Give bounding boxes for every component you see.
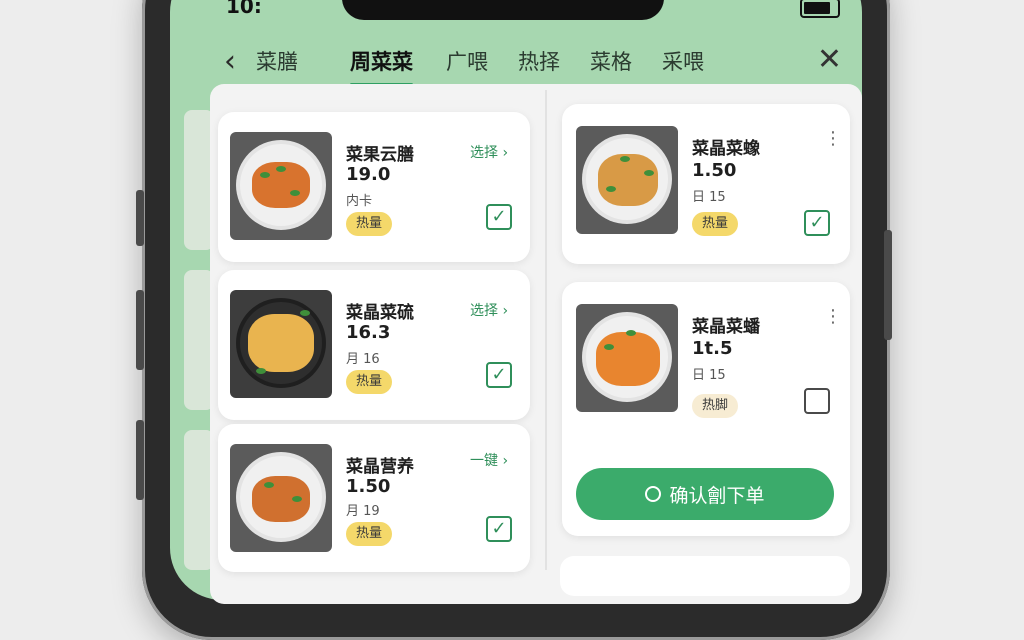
dish-image xyxy=(230,132,332,240)
select-checkbox[interactable]: ✓ xyxy=(486,204,512,230)
menu-item-card[interactable]: 菜晶菜蟓 ⋮ 1.50 日 15 热量 ✓ xyxy=(562,104,850,264)
side-button xyxy=(136,190,144,246)
menu-item-card[interactable]: 菜晶菜硫 选择 › 16.3 月 16 热量 ✓ xyxy=(218,270,530,420)
top-nav-bar: ‹ 菜膳 周菜菜 广喂 热择 菜格 采喂 ✕ xyxy=(170,32,862,88)
tab-3[interactable]: 热择 xyxy=(518,46,560,76)
dish-price: 1t.5 xyxy=(692,338,733,359)
checkmark-icon: ✓ xyxy=(809,212,825,233)
calorie-badge: 热量 xyxy=(346,212,393,236)
calorie-badge: 热脚 xyxy=(692,394,739,418)
dish-meta: 日 15 xyxy=(692,190,726,205)
menu-item-card[interactable]: 菜果云膳 选择 › 19.0 内卡 热量 ✓ xyxy=(218,112,530,262)
dish-price: 19.0 xyxy=(346,164,391,185)
more-icon[interactable]: ⋮ xyxy=(824,130,842,148)
select-checkbox[interactable]: ✓ xyxy=(486,362,512,388)
dish-meta: 月 16 xyxy=(346,352,380,367)
select-link[interactable]: 选择 › xyxy=(470,300,508,320)
circle-icon xyxy=(645,486,662,502)
select-link[interactable]: 一键 › xyxy=(470,450,508,470)
status-bar: 10: xyxy=(170,0,862,20)
confirm-order-button[interactable]: 确认劊下单 xyxy=(576,468,834,520)
battery-icon xyxy=(800,0,840,18)
calorie-badge: 热量 xyxy=(346,370,393,394)
select-checkbox[interactable]: ✓ xyxy=(804,210,830,236)
dish-price: 1.50 xyxy=(346,476,391,497)
tab-5[interactable]: 采喂 xyxy=(662,46,704,76)
status-time: 10: xyxy=(226,0,262,18)
checkmark-icon: ✓ xyxy=(491,206,507,227)
side-button xyxy=(136,290,144,370)
select-checkbox[interactable]: ✓ xyxy=(486,516,512,542)
column-divider xyxy=(545,90,547,570)
dish-meta: 内卡 xyxy=(346,194,373,209)
dish-meta: 月 19 xyxy=(346,504,380,519)
checkmark-icon: ✓ xyxy=(491,518,507,539)
dish-name: 菜晶菜蟓 xyxy=(692,139,760,159)
dish-name: 菜晶菜硫 xyxy=(346,303,414,323)
dish-image xyxy=(576,126,678,234)
tab-4[interactable]: 菜格 xyxy=(590,46,632,76)
select-checkbox[interactable] xyxy=(804,388,830,414)
dish-image xyxy=(576,304,678,412)
select-link[interactable]: 选择 › xyxy=(470,142,508,162)
dish-price: 16.3 xyxy=(346,322,391,343)
calorie-badge: 热量 xyxy=(692,212,739,236)
dish-name: 菜晶菜蟠 xyxy=(692,317,760,337)
menu-item-card[interactable]: 菜晶营养 一键 › 1.50 月 19 热量 ✓ xyxy=(218,424,530,572)
dish-price: 1.50 xyxy=(692,160,737,181)
camera-notch xyxy=(342,0,664,20)
dish-name: 菜晶营养 xyxy=(346,457,414,477)
dish-image xyxy=(230,290,332,398)
dish-meta: 日 15 xyxy=(692,368,726,383)
next-card xyxy=(560,556,850,596)
side-button xyxy=(136,420,144,500)
back-label[interactable]: 菜膳 xyxy=(256,46,298,76)
confirm-order-label: 确认劊下单 xyxy=(669,484,765,507)
close-icon[interactable]: ✕ xyxy=(817,42,842,77)
more-icon[interactable]: ⋮ xyxy=(824,308,842,326)
tab-weekly-menu[interactable]: 周菜菜 xyxy=(350,46,413,86)
dish-image xyxy=(230,444,332,552)
dish-name: 菜果云膳 xyxy=(346,145,414,165)
calorie-badge: 热量 xyxy=(346,522,393,546)
side-button xyxy=(884,230,892,340)
checkmark-icon: ✓ xyxy=(491,364,507,385)
tab-2[interactable]: 广喂 xyxy=(446,46,488,76)
back-icon[interactable]: ‹ xyxy=(224,44,236,79)
